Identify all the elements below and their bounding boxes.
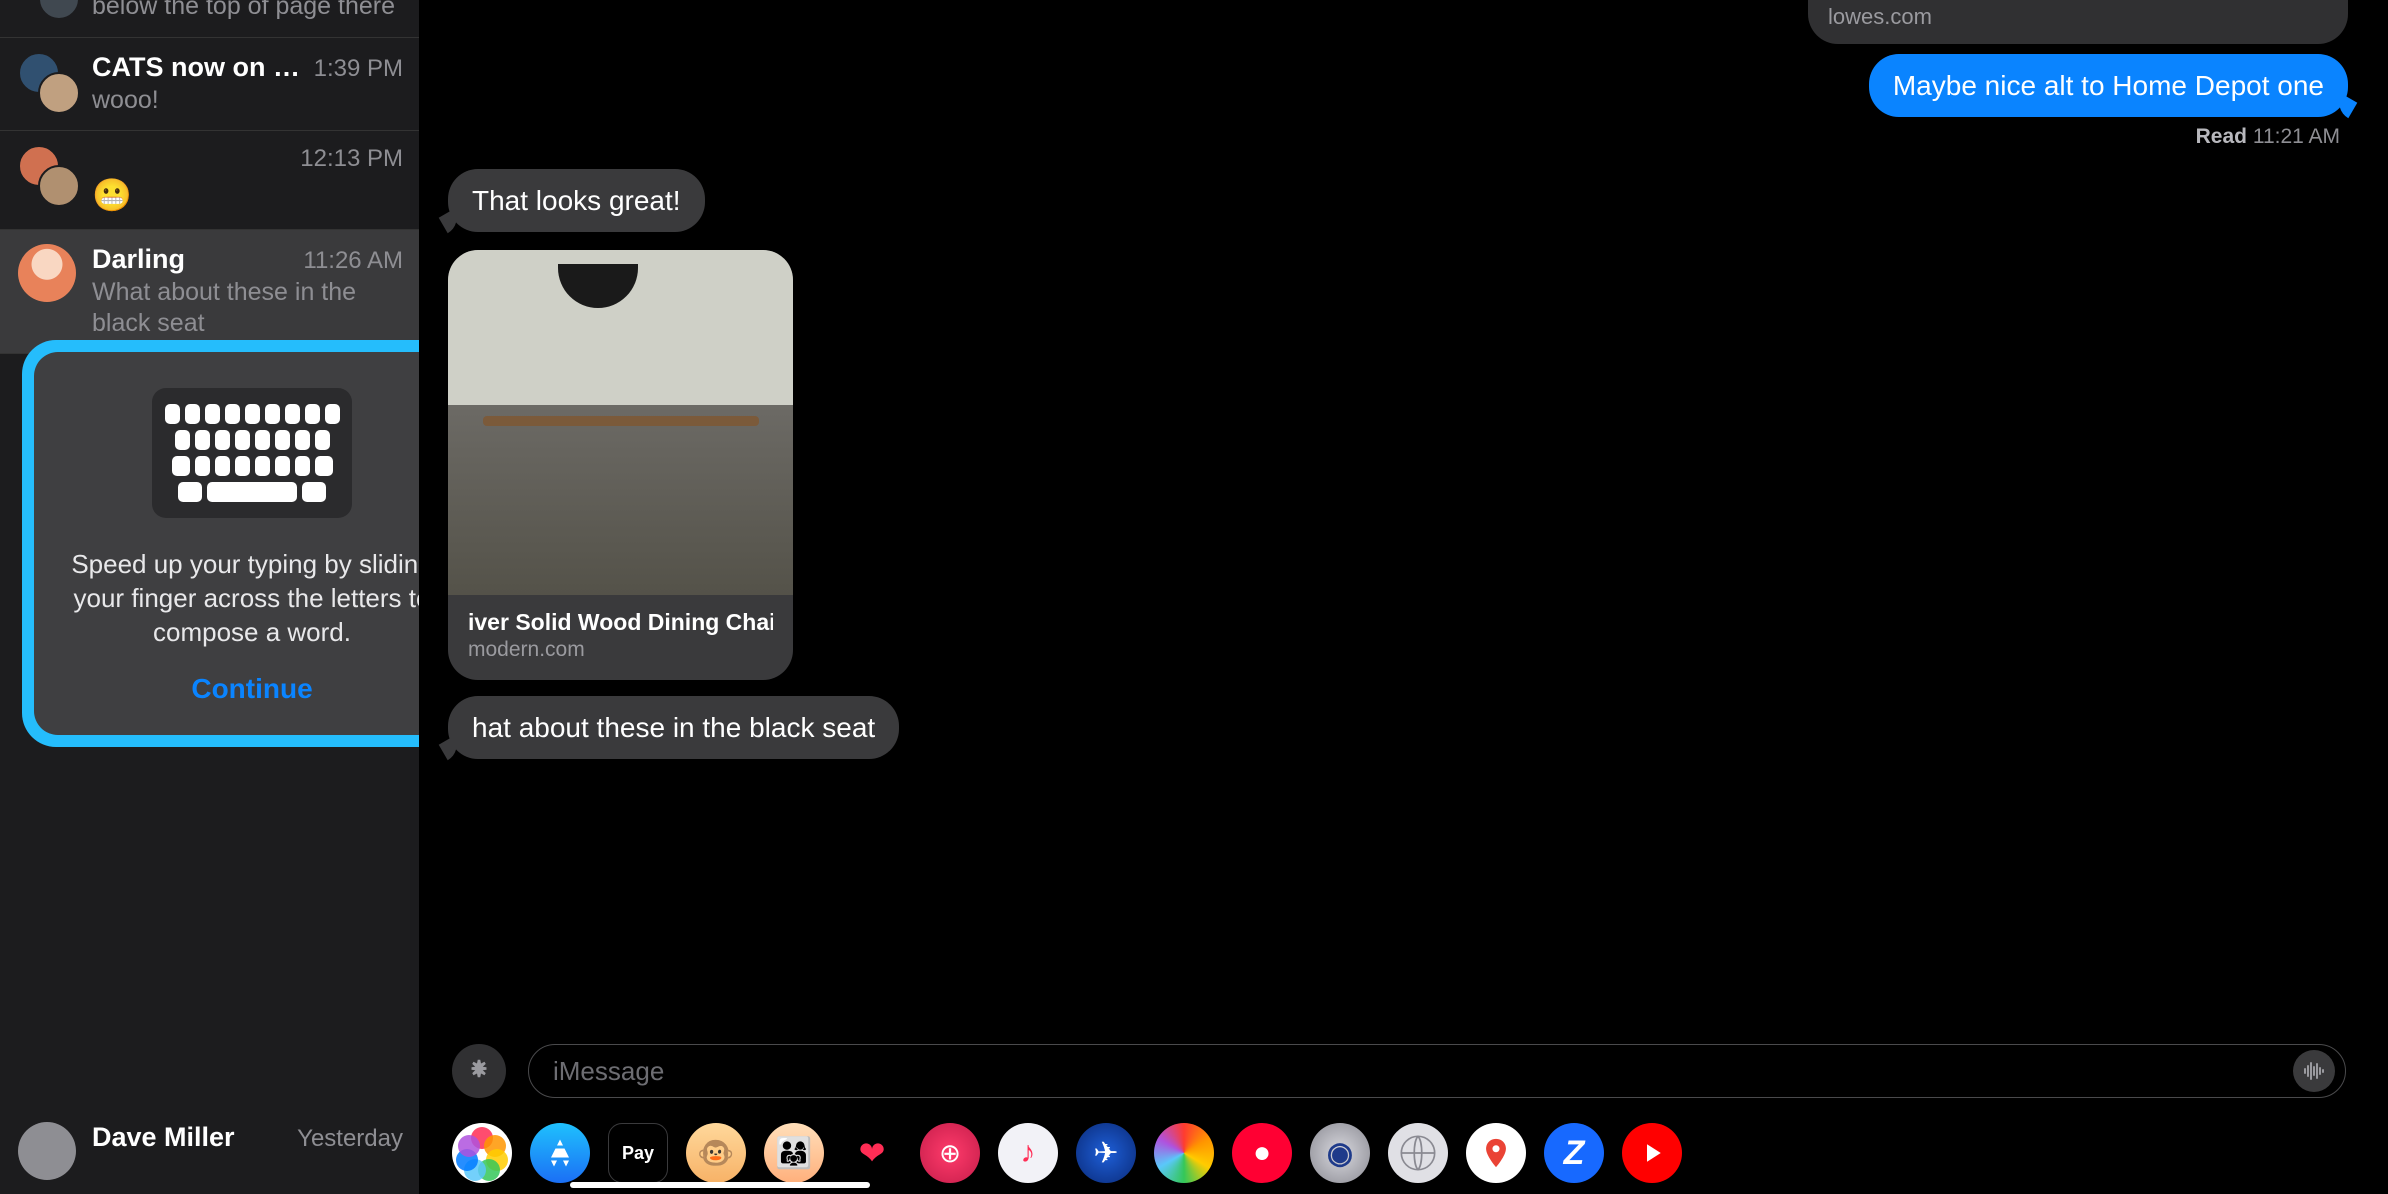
youtube-app-icon[interactable] xyxy=(1622,1123,1682,1183)
app-shelf: Pay 🐵 👨‍👩‍👧 ❤ ⊕ ♪ ✈ ● ◉ Z xyxy=(420,1112,2388,1194)
conversation-row[interactable]: Dave Miller Yesterday xyxy=(0,1108,419,1194)
link-preview-incoming[interactable]: iver Solid Wood Dining Chair modern.com xyxy=(448,250,793,680)
conversation-preview: 😬 xyxy=(92,175,403,215)
conversation-time: 12:13 PM xyxy=(300,145,403,173)
conversation-row[interactable]: 12:13 PM 😬 xyxy=(0,131,419,230)
conversation-preview: What about these in the black seat xyxy=(92,277,403,340)
digital-touch-app-icon[interactable]: ❤ xyxy=(842,1123,902,1183)
app-store-app-icon[interactable] xyxy=(530,1123,590,1183)
conversations-sidebar: Check out all the memes below the top of… xyxy=(0,0,420,1194)
conversation-name: Dave Miller xyxy=(92,1122,235,1153)
link-image xyxy=(448,250,793,595)
message-input-wrap[interactable] xyxy=(528,1044,2346,1098)
conversation-row[interactable]: Check out all the memes below the top of… xyxy=(0,0,419,38)
read-receipt: Read 11:21 AM xyxy=(2196,125,2340,149)
united-app-icon[interactable]: ✈ xyxy=(1076,1123,1136,1183)
conversation-preview: wooo! xyxy=(92,85,403,116)
avatar xyxy=(18,244,76,302)
link-source: lowes.com xyxy=(1828,4,2328,30)
conversation-name: CATS now on Zac'... xyxy=(92,52,314,83)
memoji-app-icon[interactable]: 🐵 xyxy=(686,1123,746,1183)
home-indicator[interactable] xyxy=(570,1182,870,1188)
conversation-row[interactable]: CATS now on Zac'... 1:39 PM wooo! xyxy=(0,38,419,131)
apple-pay-app-icon[interactable]: Pay xyxy=(608,1123,668,1183)
link-title: iver Solid Wood Dining Chair xyxy=(468,609,773,636)
conversation-row-selected[interactable]: Darling 11:26 AM What about these in the… xyxy=(0,230,419,355)
message-bubble-incoming[interactable]: hat about these in the black seat xyxy=(448,696,899,759)
avatar xyxy=(18,0,76,16)
google-maps-app-icon[interactable] xyxy=(1466,1123,1526,1183)
photos-app-icon[interactable] xyxy=(452,1123,512,1183)
conversation-time: 11:26 AM xyxy=(303,247,403,275)
apple-music-app-icon[interactable]: ♪ xyxy=(998,1123,1058,1183)
youtube-red-app-icon[interactable]: ● xyxy=(1232,1123,1292,1183)
message-bubble-outgoing[interactable]: Maybe nice alt to Home Depot one xyxy=(1869,54,2348,117)
swipe-typing-tip-popover: Speed up your typing by sliding your fin… xyxy=(22,340,420,747)
stickers-app-icon[interactable]: 👨‍👩‍👧 xyxy=(764,1123,824,1183)
keyboard-icon xyxy=(152,388,352,518)
conversation-preview: Check out all the memes below the top of… xyxy=(92,0,403,23)
tip-text: Speed up your typing by sliding your fin… xyxy=(58,548,420,649)
message-input[interactable] xyxy=(553,1056,2293,1087)
link-preview-outgoing[interactable]: in Matte Gray Indoor Ceiling Fan and Rem… xyxy=(1808,0,2348,44)
avatar xyxy=(18,52,76,110)
globe-app-icon[interactable] xyxy=(1388,1123,1448,1183)
music-sticker-app-icon[interactable]: ⊕ xyxy=(920,1123,980,1183)
conversation-pane: in Matte Gray Indoor Ceiling Fan and Rem… xyxy=(420,0,2388,1194)
conversation-time: Yesterday xyxy=(297,1125,403,1153)
zillow-app-icon[interactable]: Z xyxy=(1544,1123,1604,1183)
link-source: modern.com xyxy=(468,638,773,662)
audio-message-icon[interactable] xyxy=(2293,1050,2335,1092)
conversation-name: Darling xyxy=(92,244,185,275)
game-pigeon-app-icon[interactable] xyxy=(1154,1123,1214,1183)
1password-app-icon[interactable]: ◉ xyxy=(1310,1123,1370,1183)
continue-button[interactable]: Continue xyxy=(191,673,312,705)
message-bubble-incoming[interactable]: That looks great! xyxy=(448,169,705,232)
avatar xyxy=(18,1122,76,1180)
app-store-icon[interactable] xyxy=(452,1044,506,1098)
avatar xyxy=(18,145,76,203)
conversation-time: 1:39 PM xyxy=(314,55,403,83)
compose-row xyxy=(420,1042,2388,1112)
